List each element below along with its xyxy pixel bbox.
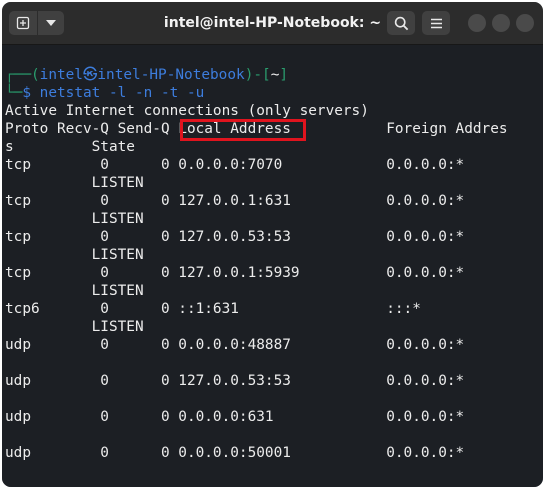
menu-button[interactable] xyxy=(422,11,450,35)
window-title: intel@intel-HP-Notebook: ~ xyxy=(163,15,382,31)
table-row: udp 0 0 0.0.0.0:50001 0.0.0.0:* xyxy=(5,445,465,461)
prompt-user: intel xyxy=(39,67,83,83)
terminal-body[interactable]: ┌──(intel㉿intel-HP-Notebook)-[~] └─$ net… xyxy=(2,45,543,487)
prompt-second: └─ xyxy=(5,85,23,101)
table-row: udp 0 0 0.0.0.0:48887 0.0.0.0:* xyxy=(5,337,465,353)
table-row: udp 0 0 127.0.0.53:53 0.0.0.0:* xyxy=(5,373,465,389)
search-icon xyxy=(394,16,408,30)
minimize-button[interactable] xyxy=(468,14,486,32)
search-button[interactable] xyxy=(387,11,415,35)
title-bar: intel@intel-HP-Notebook: ~ xyxy=(2,2,543,45)
prompt-symbol: ㉿ xyxy=(82,67,98,83)
output-heading: Active Internet connections (only server… xyxy=(5,103,369,119)
table-row-state: LISTEN xyxy=(5,283,144,299)
prompt-dir-open: )-[ xyxy=(244,67,271,83)
terminal-window: intel@intel-HP-Notebook: ~ ┌──(intel㉿int… xyxy=(2,2,543,487)
table-row: tcp 0 0 127.0.0.1:5939 0.0.0.0:* xyxy=(5,265,465,281)
maximize-button[interactable] xyxy=(492,14,510,32)
table-row: tcp 0 0 127.0.0.1:631 0.0.0.0:* xyxy=(5,193,465,209)
table-row-state: LISTEN xyxy=(5,211,144,227)
column-header-a: Proto Recv-Q Send-Q xyxy=(5,121,179,137)
prompt-host: intel-HP-Notebook xyxy=(97,67,245,83)
table-row-state: LISTEN xyxy=(5,247,144,263)
table-row-state: LISTEN xyxy=(5,175,144,191)
command-text: netstat -l -n -t -u xyxy=(39,85,205,101)
table-row: tcp 0 0 127.0.0.53:53 0.0.0.0:* xyxy=(5,229,465,245)
prompt-dollar: $ xyxy=(22,85,31,101)
column-header-wrap: s State xyxy=(5,139,135,155)
prompt-frame-open: ┌──( xyxy=(5,67,40,83)
prompt-dir-close: ] xyxy=(279,67,289,83)
table-row-state: LISTEN xyxy=(5,319,144,335)
prompt-line: ┌──(intel㉿intel-HP-Notebook)-[~] xyxy=(5,66,288,84)
table-row: tcp6 0 0 ::1:631 :::* xyxy=(5,301,421,317)
table-row: udp 0 0 0.0.0.0:631 0.0.0.0:* xyxy=(5,409,465,425)
close-button[interactable] xyxy=(516,14,534,32)
local-address-highlight-box xyxy=(180,119,306,141)
column-header-b: Foreign Addres xyxy=(290,121,508,137)
table-row: tcp 0 0 0.0.0.0:7070 0.0.0.0:* xyxy=(5,157,465,173)
command-line: └─$ netstat -l -n -t -u xyxy=(5,84,204,102)
hamburger-icon xyxy=(430,18,442,28)
